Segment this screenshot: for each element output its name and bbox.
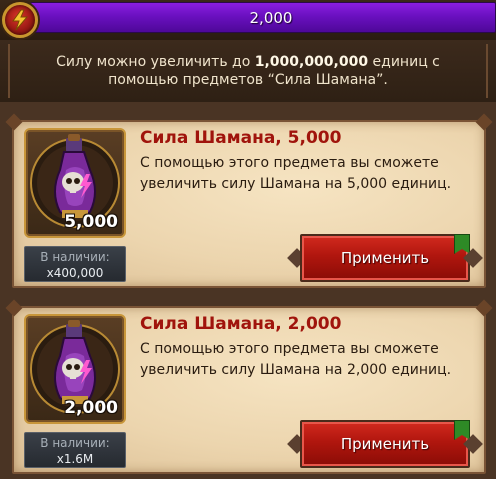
item-icon-value: 5,000 [64, 212, 118, 232]
lightning-icon [2, 2, 38, 38]
item-portrait[interactable]: 2,000 [24, 314, 126, 424]
stock-value: x1.6M [56, 452, 94, 466]
info-text: Силу можно увеличить до 1,000,000,000 ед… [38, 53, 458, 89]
apply-button-label: Применить [340, 435, 430, 453]
item-description: С помощью этого предмета вы сможете увел… [140, 341, 452, 378]
info-text-before: Силу можно увеличить до [56, 54, 255, 70]
item-title: Сила Шамана, 5,000 [140, 128, 342, 148]
item-description: С помощью этого предмета вы сможете увел… [140, 155, 452, 192]
item-portrait[interactable]: 5,000 [24, 128, 126, 238]
apply-button[interactable]: Применить [300, 234, 470, 282]
stock-box: В наличии: x400,000 [24, 246, 126, 282]
top-bar: 2,000 [0, 0, 496, 40]
energy-value: 2,000 [249, 8, 293, 27]
apply-button-frame: Применить [290, 234, 480, 282]
stock-value: x400,000 [46, 266, 104, 280]
bookmark-icon [454, 420, 470, 440]
item-card: 2,000 В наличии: x1.6M Сила Шамана, 2,00… [12, 306, 486, 474]
energy-bar: 2,000 [30, 2, 496, 33]
bookmark-icon [454, 234, 470, 254]
item-icon-value: 2,000 [64, 398, 118, 418]
item-title: Сила Шамана, 2,000 [140, 314, 342, 334]
stock-label: В наличии: [40, 250, 110, 264]
info-panel: Силу можно увеличить до 1,000,000,000 ед… [0, 40, 496, 102]
stock-box: В наличии: x1.6M [24, 432, 126, 468]
apply-button-frame: Применить [290, 420, 480, 468]
apply-button[interactable]: Применить [300, 420, 470, 468]
item-card: 5,000 В наличии: x400,000 Сила Шамана, 5… [12, 120, 486, 288]
info-max-value: 1,000,000,000 [254, 54, 369, 70]
apply-button-label: Применить [340, 249, 430, 267]
stock-label: В наличии: [40, 436, 110, 450]
